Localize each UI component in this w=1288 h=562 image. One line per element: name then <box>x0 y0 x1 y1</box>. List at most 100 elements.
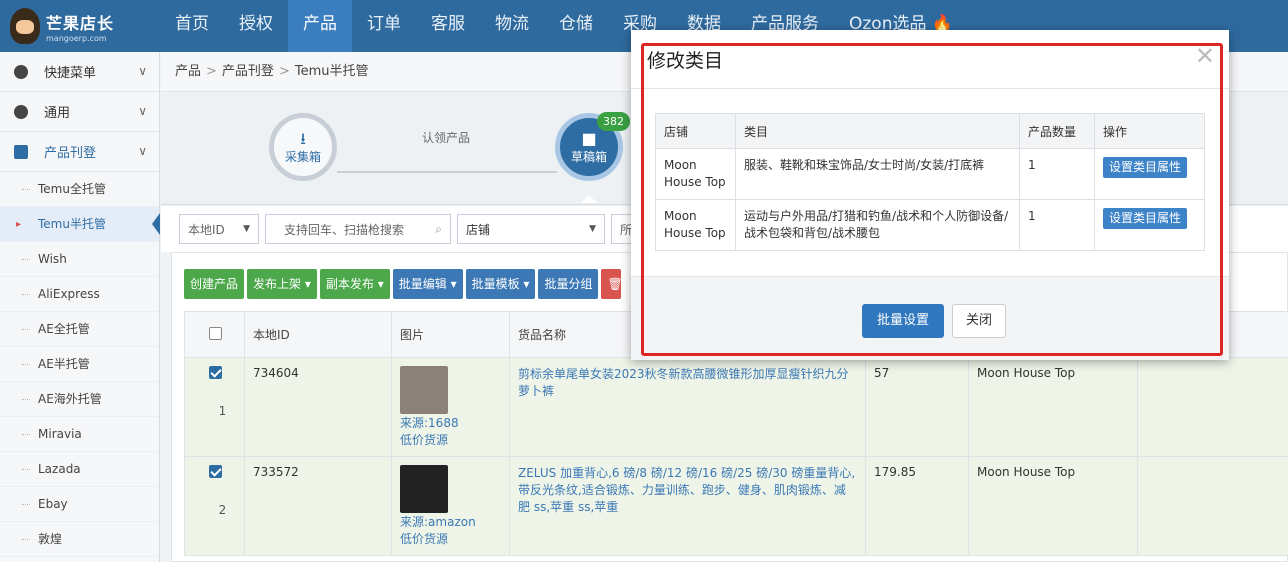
product-thumbnail[interactable] <box>400 366 448 414</box>
gear-icon <box>14 104 28 119</box>
row-select-cell: 1 <box>184 357 245 457</box>
row-number: 2 <box>218 503 227 517</box>
logo[interactable]: 芒果店长 mangoerp.com <box>10 6 160 46</box>
batch-edit-button-label: 批量编辑 <box>398 277 447 291</box>
set-category-attributes-button[interactable]: 设置类目属性 <box>1103 208 1188 229</box>
table-row[interactable]: 1 734604 来源:1688 低价货源 剪标余单尾单女装2023秋冬新款高腰… <box>184 357 1288 457</box>
caret-down-icon: ▼ <box>243 224 250 234</box>
sidebar-group-label: 产品刊登 <box>44 146 97 161</box>
logo-title: 芒果店长 <box>46 13 115 33</box>
row-image-cell: 来源:1688 低价货源 <box>391 357 510 457</box>
modal-footer: 批量设置 关闭 <box>631 276 1229 360</box>
folder-icon: ■ <box>581 129 597 148</box>
batch-group-button[interactable]: 批量分组 <box>538 269 599 299</box>
row-checkbox[interactable] <box>209 366 222 379</box>
sidebar-item-wish[interactable]: Wish <box>0 242 159 277</box>
draft-count-badge: 382 <box>597 112 630 131</box>
row-category: 运动与户外用品/打猎和钓鱼/战术和个人防御设备/战术包袋和背包/战术腰包 <box>735 199 1020 251</box>
breadcrumb-item[interactable]: 产品刊登 <box>222 64 274 79</box>
copy-publish-button[interactable]: 副本发布 ▾ <box>319 269 390 299</box>
nav-logistics[interactable]: 物流 <box>480 0 544 52</box>
sidebar-item-ae-overseas[interactable]: AE海外托管 <box>0 382 159 417</box>
sidebar-item-temu-full[interactable]: Temu全托管 <box>0 172 159 207</box>
product-thumbnail[interactable] <box>400 465 448 513</box>
row-image-cell: 来源:amazon 低价货源 <box>391 456 510 556</box>
breadcrumb-item: Temu半托管 <box>294 64 369 79</box>
step-label: 草稿箱 <box>570 150 607 164</box>
modal-header: 修改类目 ✕ <box>631 30 1229 89</box>
breadcrumb-item[interactable]: 产品 <box>175 64 201 79</box>
sidebar-group-listing[interactable]: 产品刊登 ∨ <box>0 132 159 172</box>
publish-button[interactable]: 发布上架 ▾ <box>247 269 317 299</box>
sidebar-item-temu-semi[interactable]: Temu半托管 <box>0 207 160 242</box>
nav-warehouse[interactable]: 仓储 <box>544 0 608 52</box>
col-local-id: 本地ID <box>244 311 392 358</box>
sidebar-item-ae-full[interactable]: AE全托管 <box>0 312 159 347</box>
row-action-cell: 设置类目属性 <box>1094 199 1205 251</box>
table-row: Moon House Top 运动与户外用品/打猎和钓鱼/战术和个人防御设备/战… <box>655 199 1205 251</box>
row-shop: Moon House Top <box>968 456 1138 556</box>
row-checkbox[interactable] <box>209 465 222 478</box>
local-id-select[interactable]: 本地ID ▼ <box>179 214 259 244</box>
batch-set-button[interactable]: 批量设置 <box>862 304 944 338</box>
sidebar-item-ae-semi[interactable]: AE半托管 <box>0 347 159 382</box>
col-count: 产品数量 <box>1019 113 1095 149</box>
row-select-cell: 2 <box>184 456 245 556</box>
row-product-name[interactable]: 剪标余单尾单女装2023秋冬新款高腰微锥形加厚显瘦针织九分萝卜裤 <box>518 367 849 398</box>
step-connector <box>337 171 557 173</box>
batch-template-button[interactable]: 批量模板 ▾ <box>465 269 536 299</box>
sidebar-group-general[interactable]: 通用 ∨ <box>0 92 159 132</box>
row-low-price[interactable]: 低价货源 <box>400 431 501 448</box>
search-input[interactable]: 支持回车、扫描枪搜索 ⌕ <box>265 214 451 244</box>
gear-icon <box>14 64 28 79</box>
delete-button[interactable]: 🗑 <box>601 269 623 299</box>
nav-orders[interactable]: 订单 <box>352 0 416 52</box>
row-category: 服装、鞋靴和珠宝饰品/女士时尚/女装/打底裤 <box>735 148 1020 200</box>
logo-subtitle: mangoerp.com <box>46 33 107 43</box>
table-row[interactable]: 2 733572 来源:amazon 低价货源 ZELUS 加重背心,6 磅/8… <box>184 456 1288 556</box>
col-action: 操作 <box>1094 113 1205 149</box>
step-label: 采集箱 <box>284 150 321 164</box>
row-shop: Moon House Top <box>655 148 736 200</box>
select-all-checkbox[interactable] <box>209 326 222 340</box>
caret-down-icon: ▼ <box>589 224 596 234</box>
nav-home[interactable]: 首页 <box>160 0 224 52</box>
row-price: 57 <box>865 357 969 457</box>
nav-service[interactable]: 客服 <box>416 0 480 52</box>
sidebar-item-lazada[interactable]: Lazada <box>0 452 159 487</box>
search-icon[interactable]: ⌕ <box>435 222 442 237</box>
table-row: Moon House Top 服装、鞋靴和珠宝饰品/女士时尚/女装/打底裤 1 … <box>655 148 1205 200</box>
modal-body: 店铺 类目 产品数量 操作 Moon House Top 服装、鞋靴和珠宝饰品/… <box>631 89 1229 276</box>
chevron-down-icon: ∨ <box>138 104 147 118</box>
toolbar: 创建产品 发布上架 ▾ 副本发布 ▾ 批量编辑 ▾ 批量模板 ▾ 批量分组 🗑 <box>184 269 623 299</box>
close-button[interactable]: 关闭 <box>952 304 1006 338</box>
row-source[interactable]: 来源:amazon <box>400 513 501 530</box>
nav-products[interactable]: 产品 <box>288 0 352 52</box>
edit-category-modal: 修改类目 ✕ 店铺 类目 产品数量 操作 Moon House Top 服装、鞋… <box>631 30 1229 360</box>
shop-select[interactable]: 店铺 ▼ <box>457 214 605 244</box>
download-icon: ⭳ <box>300 129 306 148</box>
row-action-cell: 设置类目属性 <box>1094 148 1205 200</box>
batch-edit-button[interactable]: 批量编辑 ▾ <box>392 269 463 299</box>
close-icon[interactable]: ✕ <box>1195 44 1215 68</box>
sidebar-item-ebay[interactable]: Ebay <box>0 487 159 522</box>
create-product-button[interactable]: 创建产品 <box>184 269 245 299</box>
sidebar-item-miravia[interactable]: Miravia <box>0 417 159 452</box>
row-extra <box>1137 456 1288 556</box>
row-low-price[interactable]: 低价货源 <box>400 530 501 547</box>
row-count: 1 <box>1019 148 1095 200</box>
row-price: 179.85 <box>865 456 969 556</box>
nav-auth[interactable]: 授权 <box>224 0 288 52</box>
sidebar-item-dhgate[interactable]: 敦煌 <box>0 522 159 557</box>
sidebar-group-shortcuts[interactable]: 快捷菜单 ∨ <box>0 52 159 92</box>
select-all-header <box>184 311 245 358</box>
row-source[interactable]: 来源:1688 <box>400 414 501 431</box>
step-collect-box[interactable]: ⭳ 采集箱 <box>269 113 337 181</box>
edit-icon <box>14 144 28 159</box>
row-product-name-cell: ZELUS 加重背心,6 磅/8 磅/12 磅/16 磅/25 磅/30 磅重量… <box>509 456 866 556</box>
set-category-attributes-button[interactable]: 设置类目属性 <box>1103 157 1188 178</box>
sidebar-item-aliexpress[interactable]: AliExpress <box>0 277 159 312</box>
step-draft-box[interactable]: ■ 草稿箱 382 <box>555 112 630 181</box>
row-product-name[interactable]: ZELUS 加重背心,6 磅/8 磅/12 磅/16 磅/25 磅/30 磅重量… <box>518 466 855 514</box>
modal-title: 修改类目 <box>647 50 724 72</box>
